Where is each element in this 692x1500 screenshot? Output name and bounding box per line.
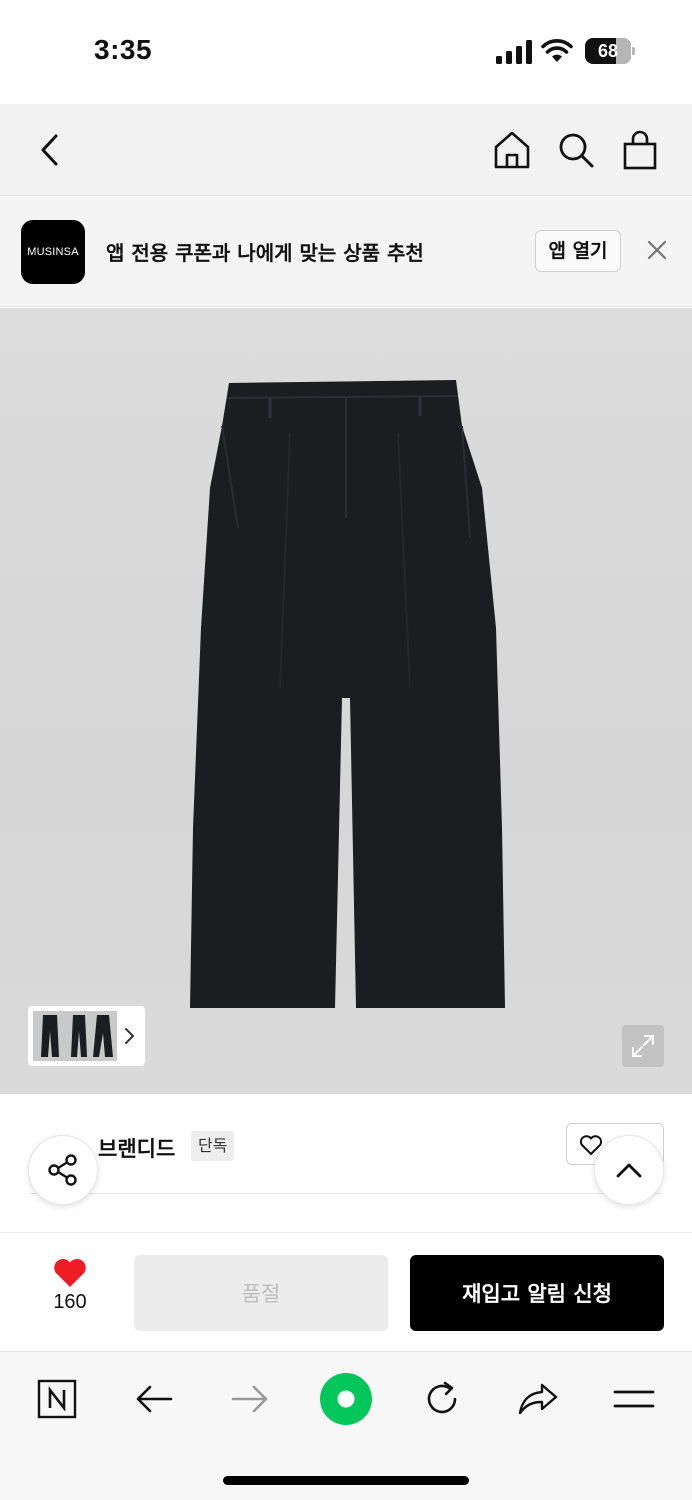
green-dot-icon[interactable] [319,1372,373,1426]
share-arrow-icon[interactable] [511,1372,565,1426]
close-icon[interactable] [644,237,670,263]
chevron-right-icon[interactable] [122,1023,138,1049]
back-chevron-icon[interactable] [28,128,72,172]
home-indicator [223,1476,469,1485]
open-app-button[interactable]: 앱 열기 [535,230,621,272]
thumbnail-strip[interactable] [28,1006,145,1066]
status-bar: 3:35 68 [0,0,692,104]
wish-button[interactable]: 160 [30,1257,110,1327]
app-install-banner: MUSINSA 앱 전용 쿠폰과 나에게 맞는 상품 추천 앱 열기 [0,197,692,307]
restock-alert-button[interactable]: 재입고 알림 신청 [410,1255,664,1331]
exclusive-badge: 단독 [191,1131,235,1161]
status-time: 3:35 [94,34,153,65]
heart-filled-icon [54,1259,86,1287]
battery-level: 68 [597,41,619,61]
battery-icon: 68 [585,38,635,64]
shopping-bag-icon[interactable] [618,128,662,172]
site-header [0,104,692,196]
like-count: 160 [53,1291,87,1313]
divider [30,1193,662,1194]
banner-message: 앱 전용 쿠폰과 나에게 맞는 상품 추천 [106,241,424,265]
browser-toolbar [0,1351,692,1500]
signal-icon [496,40,532,64]
brand-name[interactable]: 브랜디드 [98,1133,175,1163]
product-image[interactable] [0,308,692,1094]
forward-arrow-icon[interactable] [223,1372,277,1426]
home-icon[interactable] [490,128,534,172]
share-button[interactable] [28,1135,98,1205]
back-arrow-icon[interactable] [127,1372,181,1426]
pants-image [190,380,505,1008]
search-icon[interactable] [554,128,598,172]
purchase-bar: 160 품절 재입고 알림 신청 [0,1232,692,1350]
scroll-top-button[interactable] [594,1135,664,1205]
musinsa-logo: MUSINSA [21,220,85,284]
thumbnail-image [33,1011,117,1061]
naver-n-icon[interactable] [30,1372,84,1426]
chevron-up-icon [616,1163,642,1178]
brand-row: 브랜디드 단독 [0,1095,692,1195]
share-icon [48,1154,77,1186]
wifi-icon [541,39,573,62]
reload-icon[interactable] [415,1372,469,1426]
expand-icon[interactable] [622,1025,664,1067]
menu-icon[interactable] [607,1372,661,1426]
soldout-button: 품절 [134,1255,388,1331]
